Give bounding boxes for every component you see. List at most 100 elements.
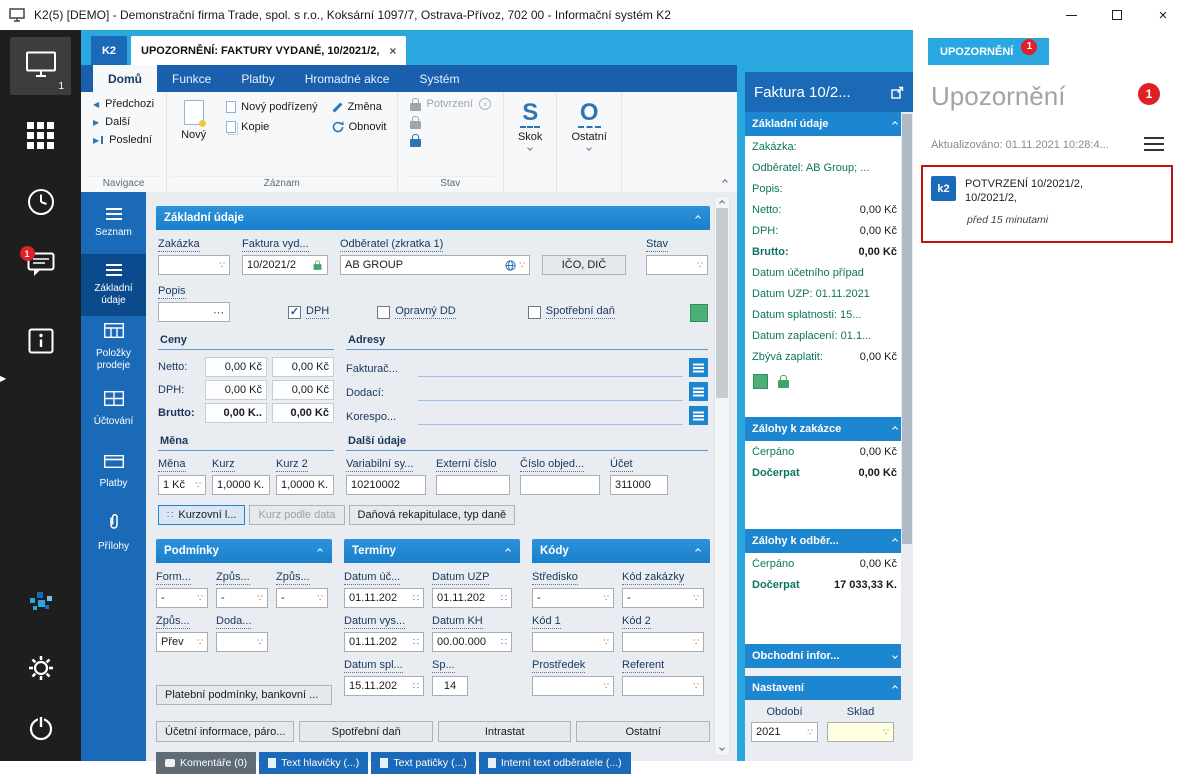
sidebar-item-modules[interactable] [0, 122, 81, 152]
notification-item[interactable]: k2 POTVRZENÍ 10/2021/2, 10/2021/2, před … [921, 165, 1173, 243]
kod-zakazky-label[interactable]: Kód zakázky [622, 571, 685, 585]
ucet-label[interactable]: Účet [610, 458, 633, 472]
calendar-icon[interactable] [501, 592, 507, 604]
stredisko-combo[interactable]: - [532, 588, 614, 608]
dph-label[interactable]: DPH [306, 305, 330, 319]
datum-uc-label[interactable]: Datum úč... [344, 571, 401, 585]
dph-checkbox-row[interactable]: DPH [288, 305, 330, 319]
preview-section-obchodni[interactable]: Obchodní infor... [745, 644, 913, 668]
ribbon-tab-platby[interactable]: Platby [226, 65, 289, 92]
kurz2-label[interactable]: Kurz 2 [276, 458, 308, 472]
kod-1-label[interactable]: Kód 1 [532, 615, 561, 629]
sklad-combo[interactable] [827, 722, 894, 742]
stav-label[interactable]: Stav [646, 238, 669, 252]
kod-2-combo[interactable] [622, 632, 704, 652]
spotrebni-checkbox[interactable] [527, 305, 541, 319]
dropdown-icon[interactable] [197, 636, 203, 648]
dropdown-icon[interactable] [883, 726, 889, 738]
popis-label[interactable]: Popis [158, 285, 186, 299]
zpusob-3-combo[interactable]: Přev [156, 632, 208, 652]
nav-item-seznam[interactable]: Seznam [81, 192, 146, 254]
open-external-icon[interactable] [891, 86, 904, 99]
ostatni-footer-button[interactable]: Ostatní [576, 721, 710, 742]
scrollbar-thumb[interactable] [716, 208, 728, 398]
zpusob-1-label[interactable]: Způs... [216, 571, 250, 585]
dodaci-podminka-label[interactable]: Doda... [216, 615, 252, 629]
section-header-kody[interactable]: Kódy [532, 539, 710, 563]
faktura-label[interactable]: Faktura vyd... [242, 238, 309, 252]
chevron-up-icon[interactable] [892, 685, 898, 691]
new-record-button[interactable]: Nový [171, 95, 216, 141]
zpusob-2-label[interactable]: Způs... [276, 571, 310, 585]
nav-item-zakladni-udaje[interactable]: Základní údaje [81, 254, 146, 316]
mena-label[interactable]: Měna [158, 458, 186, 472]
dropdown-icon[interactable] [257, 636, 263, 648]
datum-uzp-label[interactable]: Datum UZP [432, 571, 490, 585]
ribbon-tab-hromadne-akce[interactable]: Hromadné akce [290, 65, 405, 92]
new-child-button[interactable]: Nový podřízený [220, 97, 323, 117]
chevron-up-icon[interactable] [695, 548, 701, 554]
chevron-up-icon[interactable] [892, 121, 898, 127]
preview-section-zalohy-zakazka[interactable]: Zálohy k zakázce [745, 417, 913, 441]
skok-button[interactable]: S Skok [508, 95, 552, 151]
preview-section-nastaveni[interactable]: Nastavení [745, 676, 913, 700]
panel-expander-arrow-icon[interactable]: ▶ [0, 375, 6, 383]
externi-cislo-label[interactable]: Externí číslo [436, 458, 497, 472]
mena-combo[interactable]: 1 Kč [158, 475, 206, 495]
scroll-up-icon[interactable] [719, 200, 725, 206]
opravny-checkbox[interactable] [377, 305, 391, 319]
dropdown-icon[interactable] [697, 259, 703, 271]
ribbon-collapse-icon[interactable] [722, 179, 728, 185]
variabilni-symbol-field[interactable]: 10210002 [346, 475, 426, 495]
dph-checkbox[interactable] [288, 305, 301, 319]
ribbon-tab-funkce[interactable]: Funkce [157, 65, 226, 92]
calendar-icon[interactable] [413, 680, 419, 692]
refresh-button[interactable]: Obnovit [326, 117, 393, 137]
tab-komentare[interactable]: Komentáře (0) [156, 752, 257, 774]
datum-uzp-field[interactable]: 01.11.202 [432, 588, 512, 608]
preview-section-zalohy-odberatel[interactable]: Zálohy k odběr... [745, 529, 913, 553]
dropdown-icon[interactable] [197, 592, 203, 604]
address-field[interactable] [418, 357, 683, 377]
tab-close-icon[interactable]: × [389, 44, 396, 58]
zakazka-combo[interactable] [158, 255, 230, 275]
alerts-tab[interactable]: UPOZORNĚNÍ 1 [928, 38, 1050, 65]
calendar-icon[interactable] [413, 592, 419, 604]
ico-dic-button[interactable]: IČO, DIČ [542, 255, 626, 275]
nav-item-polozky-prodeje[interactable]: Položky prodeje [81, 316, 146, 378]
zpusob-2-combo[interactable]: - [276, 588, 328, 608]
spotrebni-dan-button[interactable]: Spotřební daň [299, 721, 433, 742]
dodaci-podminka-combo[interactable] [216, 632, 268, 652]
address-menu-button[interactable] [689, 382, 708, 401]
copy-button[interactable]: Kopie [220, 117, 323, 137]
section-header-podminky[interactable]: Podmínky [156, 539, 332, 563]
sidebar-item-info[interactable] [0, 328, 81, 357]
datum-spl-label[interactable]: Datum spl... [344, 659, 403, 673]
zakazka-label[interactable]: Zakázka [158, 238, 200, 252]
ribbon-tab-domu[interactable]: Domů [93, 65, 157, 92]
prostredek-combo[interactable] [532, 676, 614, 696]
scrollbar-thumb[interactable] [902, 114, 912, 544]
ribbon-tab-system[interactable]: Systém [404, 65, 474, 92]
dropdown-icon[interactable] [693, 592, 699, 604]
sidebar-item-history[interactable] [0, 188, 81, 219]
odberatel-label[interactable]: Odběratel (zkratka 1) [340, 238, 444, 252]
form-scrollbar[interactable] [714, 196, 730, 756]
ellipsis-icon[interactable]: ⋯ [213, 306, 225, 319]
change-button[interactable]: Změna [326, 97, 393, 117]
zpusob-3-label[interactable]: Způs... [156, 615, 190, 629]
sidebar-item-messages[interactable]: 1 [0, 246, 81, 281]
close-button[interactable]: × [1140, 0, 1186, 30]
cislo-objednavky-field[interactable] [520, 475, 600, 495]
kurz-label[interactable]: Kurz [212, 458, 235, 472]
sidebar-item-power[interactable] [0, 714, 81, 745]
cancel-confirm-icon[interactable]: × [478, 98, 491, 110]
dropdown-icon[interactable] [195, 479, 201, 491]
nav-item-prilohy[interactable]: Přílohy [81, 502, 146, 564]
externi-cislo-field[interactable] [436, 475, 510, 495]
prostredek-label[interactable]: Prostředek [532, 659, 586, 673]
nav-item-uctovani[interactable]: Účtování [81, 378, 146, 440]
lock-button[interactable] [406, 113, 495, 131]
kod-zakazky-combo[interactable]: - [622, 588, 704, 608]
address-field[interactable] [418, 405, 683, 425]
